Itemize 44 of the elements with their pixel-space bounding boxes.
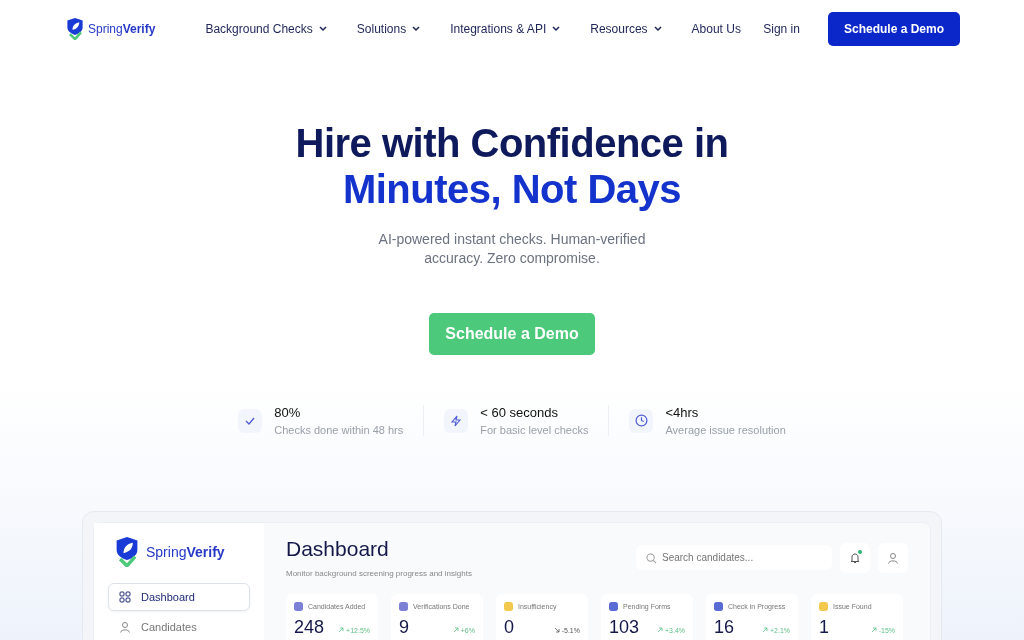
search-field[interactable]: Search candidates... bbox=[636, 545, 832, 570]
logo-text: SpringVerify bbox=[146, 544, 225, 560]
shield-logo-icon bbox=[64, 18, 86, 40]
notification-button[interactable] bbox=[840, 543, 870, 573]
sign-in-link[interactable]: Sign in bbox=[757, 21, 806, 37]
arrow-down-icon bbox=[553, 627, 560, 633]
arrow-up-icon bbox=[452, 627, 459, 633]
nav-link[interactable]: About Us bbox=[691, 22, 741, 36]
nav-link[interactable]: Resources bbox=[590, 22, 662, 36]
arrow-up-icon bbox=[656, 627, 663, 633]
person-icon bbox=[887, 552, 899, 564]
stat-caption: Average issue resolution bbox=[665, 424, 786, 436]
stat-caption: For basic level checks bbox=[480, 424, 589, 436]
schedule-demo-button[interactable]: Schedule a Demo bbox=[827, 12, 960, 46]
nav-link[interactable]: Background Checks bbox=[205, 22, 327, 36]
hero-subtitle: AI-powered instant checks. Human-verified accuracy. Zero compromise. bbox=[377, 230, 647, 268]
clock-icon bbox=[635, 414, 648, 427]
profile-button[interactable] bbox=[878, 543, 908, 573]
person-icon bbox=[119, 621, 131, 633]
hero-title-highlight: Minutes, Not Days bbox=[341, 166, 683, 212]
stat-value: <4hrs bbox=[665, 405, 700, 420]
bell-icon bbox=[849, 552, 861, 564]
stat-value: 80% bbox=[274, 405, 302, 420]
card-value: 9 bbox=[399, 617, 409, 638]
card-value: 0 bbox=[504, 617, 514, 638]
logo-text[interactable]: SpringVerify bbox=[88, 22, 156, 36]
stat-value: < 60 seconds bbox=[480, 405, 559, 420]
grid-icon bbox=[119, 591, 131, 603]
stat-caption: Checks done within 48 hrs bbox=[274, 424, 404, 436]
arrow-up-icon bbox=[870, 627, 877, 633]
card-value: 103 bbox=[609, 617, 640, 638]
sidebar-item[interactable]: Candidates bbox=[108, 613, 250, 640]
lightning-icon bbox=[450, 414, 463, 427]
sidebar-item[interactable]: Dashboard bbox=[108, 583, 250, 611]
page-subtitle: Monitor background screening progress and insights bbox=[286, 569, 472, 578]
hero-title: Hire with Confidence in bbox=[295, 120, 729, 166]
nav-link[interactable]: Integrations & API bbox=[450, 22, 561, 36]
card-value: 16 bbox=[714, 617, 735, 638]
nav-link[interactable]: Solutions bbox=[356, 22, 421, 36]
card-value: 1 bbox=[819, 617, 829, 638]
page-title: Dashboard bbox=[286, 537, 390, 561]
arrow-up-icon bbox=[338, 627, 345, 633]
card-value: 248 bbox=[294, 617, 325, 638]
arrow-up-icon bbox=[761, 627, 768, 633]
